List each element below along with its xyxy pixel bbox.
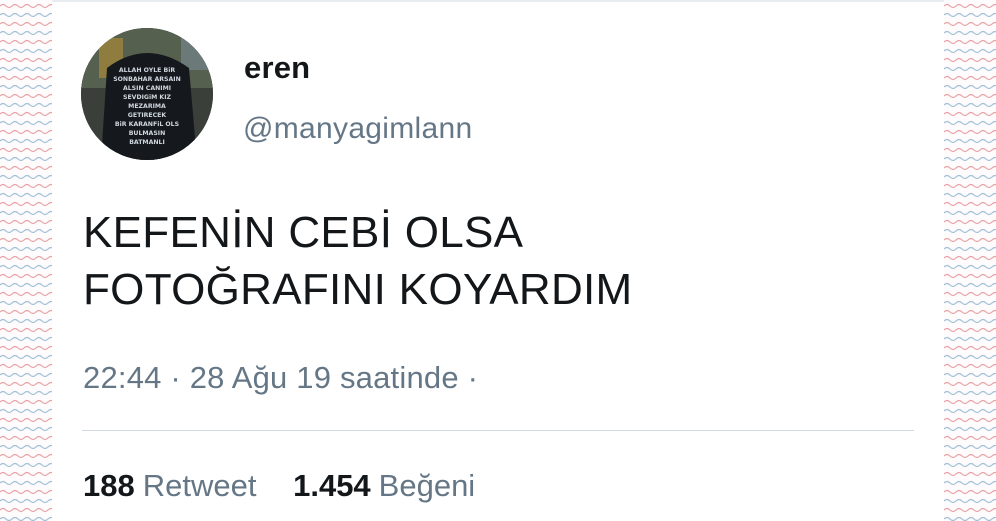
avatar[interactable]: ALLAH OYLE BiR SONBAHAR ARSAIN ALSIN CANIM… <box>81 28 213 160</box>
avatar-shirt-text: SONBAHAR ARSAIN <box>113 76 181 83</box>
tweet-text-line: KEFENİN CEBİ OLSA <box>83 208 524 257</box>
wave-pattern-icon <box>944 3 996 521</box>
wave-pattern-icon <box>0 3 52 521</box>
like-label: Beğeni <box>378 468 476 503</box>
like-count: 1.454 <box>293 468 371 503</box>
avatar-shirt-text: BATMANLI <box>129 139 165 146</box>
like-stat[interactable]: 1.454 Beğeni <box>293 468 475 504</box>
card-top-border <box>52 0 944 2</box>
tweet-text: KEFENİN CEBİ OLSA FOTOĞRAFINI KOYARDIM <box>83 204 903 318</box>
avatar-shirt-text: ALSIN CANIMI <box>123 85 171 92</box>
display-name[interactable]: eren <box>244 50 310 86</box>
retweet-stat[interactable]: 188 Retweet <box>83 468 256 504</box>
avatar-shirt-text: SEVDIGiM KIZ <box>123 94 172 101</box>
avatar-image: ALLAH OYLE BiR SONBAHAR ARSAIN ALSIN CANIM… <box>81 28 213 160</box>
retweet-label: Retweet <box>142 468 257 503</box>
divider <box>82 430 914 431</box>
avatar-shirt-text: BiR KARANFiL OLS <box>115 121 179 128</box>
retweet-count: 188 <box>83 468 135 503</box>
tweet-card: ALLAH OYLE BiR SONBAHAR ARSAIN ALSIN CANIM… <box>52 0 944 521</box>
user-handle[interactable]: @manyagimlann <box>243 112 472 146</box>
avatar-shirt-text: GETIRECEK <box>128 112 167 119</box>
tweet-timestamp[interactable]: 22:44 · 28 Ağu 19 saatinde · <box>83 360 478 396</box>
avatar-shirt-text: MEZARIMA <box>128 103 166 110</box>
right-wave-pattern <box>944 0 996 521</box>
left-wave-pattern <box>0 0 52 521</box>
avatar-shirt-text: ALLAH OYLE BiR <box>119 67 175 74</box>
avatar-shirt-text: BULMASIN <box>129 130 166 137</box>
tweet-stats: 188 Retweet 1.454 Beğeni <box>83 468 503 504</box>
tweet-text-line: FOTOĞRAFINI KOYARDIM <box>83 265 633 314</box>
